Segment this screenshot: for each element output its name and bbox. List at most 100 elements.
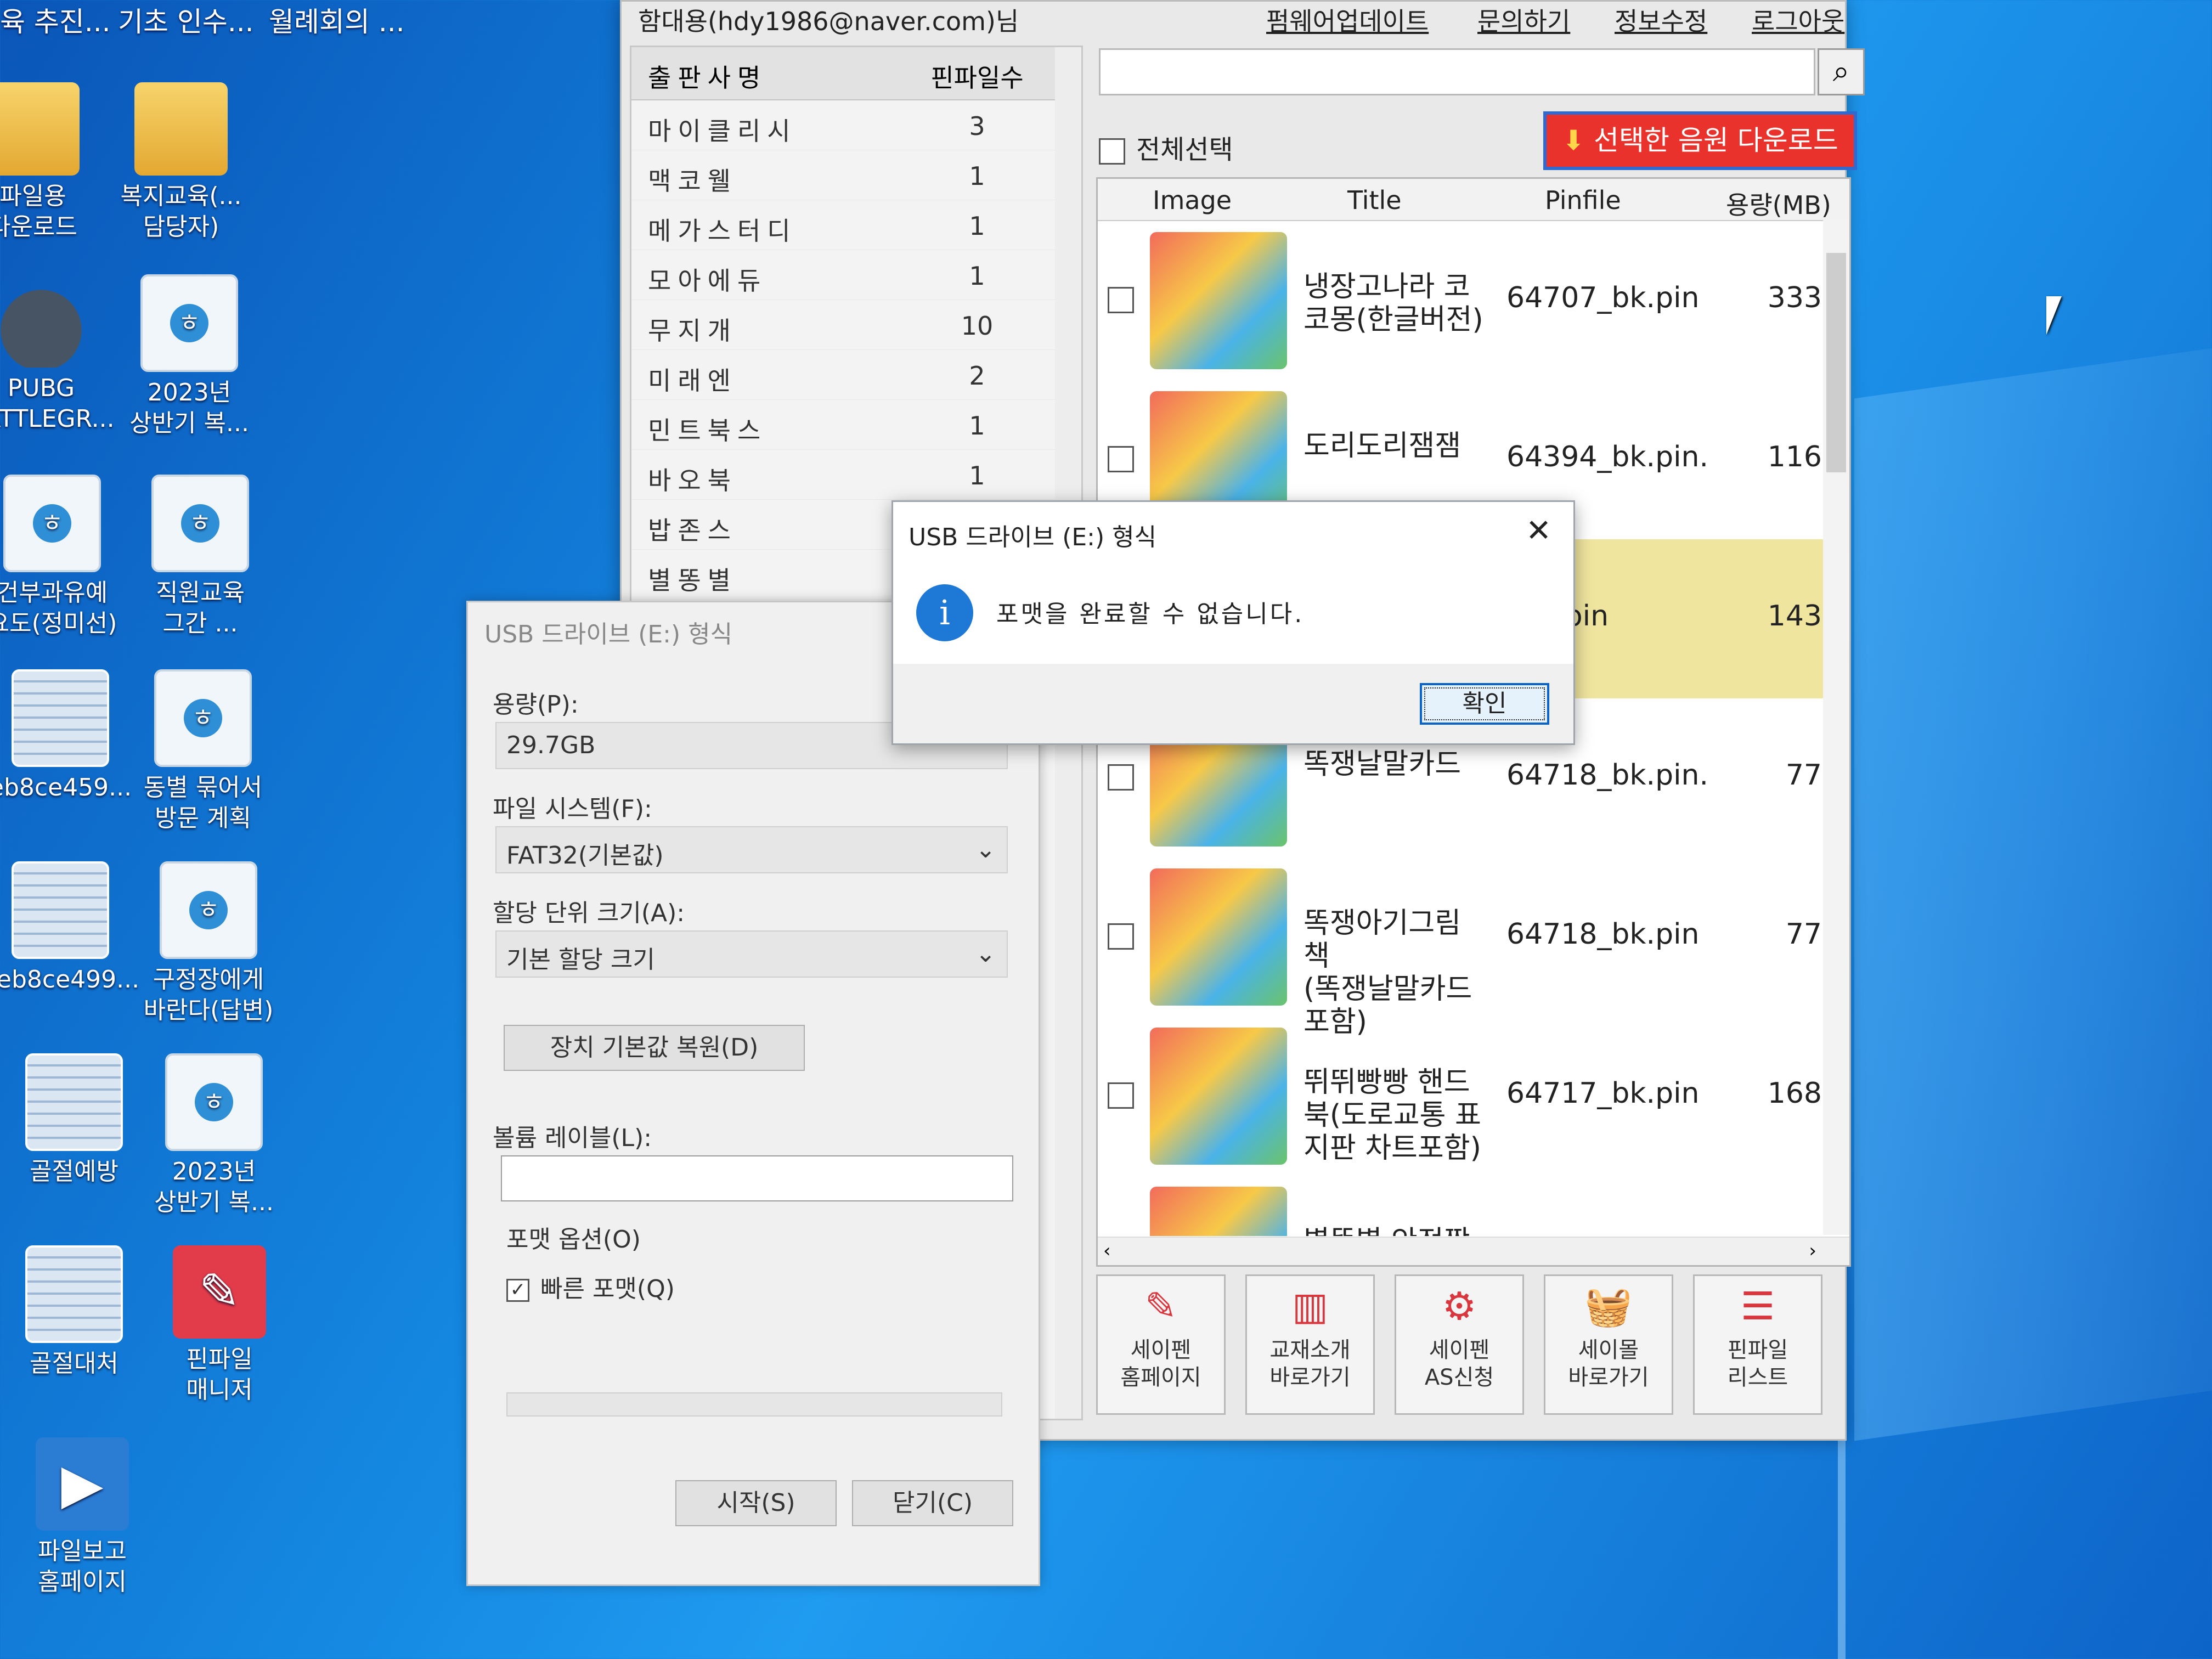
search-input[interactable] xyxy=(1099,48,1815,95)
file-size: 77 xyxy=(1785,918,1822,951)
book-cover-image xyxy=(1150,1187,1287,1236)
desktop-icon-label: 골절대처 xyxy=(30,1350,119,1378)
publisher-pinfile-count: 2 xyxy=(969,361,985,391)
file-system-select[interactable]: FAT32(기본값) ⌄ xyxy=(495,826,1008,873)
scroll-right-icon[interactable]: › xyxy=(1809,1240,1816,1262)
file-title: 뛰뛰빵빵 핸드 북(도로교통 표 지판 차트포함) xyxy=(1304,1066,1481,1165)
file-size: 168 xyxy=(1767,1077,1822,1110)
bottom-nav-button[interactable]: ▥ 교재소개 바로가기 xyxy=(1245,1274,1375,1415)
select-all-checkbox[interactable]: 전체선택 xyxy=(1099,128,1233,166)
publisher-name: 모아에듀 xyxy=(648,266,768,296)
ok-button[interactable]: 확인 xyxy=(1420,683,1549,725)
bottom-nav-button[interactable]: ⚙ 세이펜 AS신청 xyxy=(1395,1274,1524,1415)
allocation-size-label: 할당 단위 크기(A): xyxy=(493,899,685,927)
desktop-icon[interactable]: 구정장에게 바란다(답변) xyxy=(126,861,291,1026)
pinfile-count-header[interactable]: 핀파일수 xyxy=(922,58,1032,94)
chevron-down-icon: ⌄ xyxy=(975,940,996,968)
volume-label-input[interactable] xyxy=(501,1155,1013,1201)
bottom-button-label: 교재소개 바로가기 xyxy=(1269,1338,1351,1390)
checkbox[interactable] xyxy=(1099,138,1125,165)
size-column-header[interactable]: 용량(MB) xyxy=(1726,185,1831,222)
desktop-top-label[interactable]: 월례회의 ... xyxy=(269,0,405,44)
file-table-horizontal-scrollbar[interactable]: ‹ › xyxy=(1098,1237,1849,1265)
pubg-icon xyxy=(0,274,88,368)
logout-link[interactable]: 로그아웃 xyxy=(1752,2,1844,38)
firmware-update-link[interactable]: 펌웨어업데이트 xyxy=(1266,2,1429,38)
basket-icon: 🧺 xyxy=(1584,1284,1633,1329)
publisher-row[interactable]: 미래엔 2 xyxy=(631,350,1081,400)
hwp-document-icon xyxy=(160,861,257,959)
restore-defaults-button[interactable]: 장치 기본값 복원(D) xyxy=(504,1025,805,1071)
desktop-icon-label: 2023년 상반기 복... xyxy=(129,379,249,437)
publisher-pinfile-count: 3 xyxy=(969,111,985,141)
title-column-header[interactable]: Title xyxy=(1347,185,1402,215)
desktop-icon[interactable]: 골절대처 xyxy=(0,1245,156,1379)
desktop-top-label[interactable]: 육 추진... xyxy=(0,0,111,44)
hwp-document-icon xyxy=(151,475,249,572)
windows-logo-pane xyxy=(1854,347,2212,1441)
publisher-row[interactable]: 메가스터디 1 xyxy=(631,200,1081,250)
image-column-header[interactable]: Image xyxy=(1153,185,1232,215)
book-cover-image xyxy=(1150,868,1287,1006)
desktop-icon[interactable]: 2023년 상반기 복... xyxy=(132,1053,296,1218)
publisher-row[interactable]: 민트북스 1 xyxy=(631,400,1081,450)
publisher-row[interactable]: 맥코웰 1 xyxy=(631,150,1081,200)
close-icon[interactable]: ✕ xyxy=(1526,513,1551,549)
desktop-icon[interactable]: 5eb8ce499... xyxy=(0,861,143,995)
file-row[interactable]: 냉장고나라 코 코몽(한글버전) 64707_bk.pin 333 xyxy=(1098,221,1849,380)
file-size: 77 xyxy=(1785,759,1822,792)
desktop-icon-label: PUBG BATTLEGR... xyxy=(0,374,115,433)
inquiry-link[interactable]: 문의하기 xyxy=(1477,2,1570,38)
download-selected-button[interactable]: ⬇ 선택한 음원 다운로드 xyxy=(1543,111,1857,170)
publisher-row[interactable]: 마이클리시 3 xyxy=(631,100,1081,150)
publisher-row[interactable]: 모아에듀 1 xyxy=(631,250,1081,300)
start-button[interactable]: 시작(S) xyxy=(675,1480,837,1526)
file-table-vertical-scrollbar[interactable] xyxy=(1823,220,1849,1235)
file-row[interactable]: 똑쟁아기그림책 (똑쟁날말카드 포함) 64718_bk.pin 77 xyxy=(1098,857,1849,1039)
pinfile-column-header[interactable]: Pinfile xyxy=(1545,185,1621,215)
row-checkbox[interactable] xyxy=(1108,446,1134,472)
checkmark-icon[interactable]: ✓ xyxy=(506,1279,529,1302)
desktop-icon[interactable]: ▶ 파일보고 홈페이지 xyxy=(0,1437,165,1598)
desktop-icon[interactable]: PUBG BATTLEGR... xyxy=(0,274,123,435)
desktop-icon[interactable]: 파일용 다운로드 xyxy=(0,82,115,242)
edit-info-link[interactable]: 정보수정 xyxy=(1615,2,1707,38)
bottom-nav-button[interactable]: ☰ 핀파일 리스트 xyxy=(1693,1274,1822,1415)
volume-label-label: 볼륨 레이블(L): xyxy=(493,1124,652,1152)
capacity-label: 용량(P): xyxy=(493,691,579,719)
row-checkbox[interactable] xyxy=(1108,287,1134,313)
file-size: 116 xyxy=(1767,441,1822,473)
close-button[interactable]: 닫기(C) xyxy=(852,1480,1013,1526)
bottom-nav-button[interactable]: ✎ 세이펜 홈페이지 xyxy=(1096,1274,1226,1415)
image-icon xyxy=(25,1053,123,1151)
desktop-icon-label: 5eb8ce499... xyxy=(0,966,140,994)
publisher-row[interactable]: 바오북 1 xyxy=(631,450,1081,500)
scroll-left-icon[interactable]: ‹ xyxy=(1103,1240,1111,1262)
desktop-icon[interactable]: 건부과유예 요도(정미선) xyxy=(0,475,134,639)
allocation-size-select[interactable]: 기본 할당 크기 ⌄ xyxy=(495,930,1008,978)
quick-format-label: 빠른 포맷(Q) xyxy=(540,1275,675,1303)
bottom-nav-button[interactable]: 🧺 세이몰 바로가기 xyxy=(1544,1274,1673,1415)
desktop-icon[interactable]: ✎ 핀파일 매니저 xyxy=(137,1245,302,1406)
row-checkbox[interactable] xyxy=(1108,764,1134,791)
desktop-icon[interactable]: 2023년 상반기 복... xyxy=(107,274,272,439)
allocation-size-value: 기본 할당 크기 xyxy=(506,946,655,974)
desktop-top-label[interactable]: 기초 인수... xyxy=(118,0,254,44)
search-icon[interactable]: ⌕ xyxy=(1818,48,1865,95)
desktop-icon[interactable]: 직원교육 그간 ... xyxy=(118,475,283,639)
file-row[interactable]: 뛰뛰빵빵 핸드 북(도로교통 표 지판 차트포함) 64717_bk.pin 168 xyxy=(1098,1017,1849,1176)
row-checkbox[interactable] xyxy=(1108,1082,1134,1109)
desktop-icon[interactable]: 복지교육(... 담당자) xyxy=(99,82,263,242)
row-checkbox[interactable] xyxy=(1108,923,1134,950)
file-table-header: Image Title Pinfile 용량(MB) xyxy=(1098,179,1849,221)
desktop-icon[interactable]: 동별 묶어서 방문 계획 xyxy=(121,669,285,834)
publisher-name-header[interactable]: 출판사명 xyxy=(648,58,767,94)
pinfile-name: 64718_bk.pin. xyxy=(1506,759,1709,792)
file-row[interactable]: 별똥별 안전짱64720_bk.pin72 xyxy=(1098,1176,1849,1236)
publisher-row[interactable]: 무지개 10 xyxy=(631,300,1081,350)
publisher-name: 미래엔 xyxy=(648,366,737,396)
bottom-button-bar: ✎ 세이펜 홈페이지 ▥ 교재소개 바로가기 ⚙ 세이펜 AS신청 🧺 세이몰 바로가기 ☰ 핀파… xyxy=(1096,1274,1848,1423)
scroll-thumb[interactable] xyxy=(1826,253,1846,472)
app-header: 함대용(hdy1986@naver.com)님 펌웨어업데이트 문의하기 정보수… xyxy=(622,2,1845,40)
quick-format-checkbox[interactable]: ✓ 빠른 포맷(Q) xyxy=(506,1269,675,1304)
